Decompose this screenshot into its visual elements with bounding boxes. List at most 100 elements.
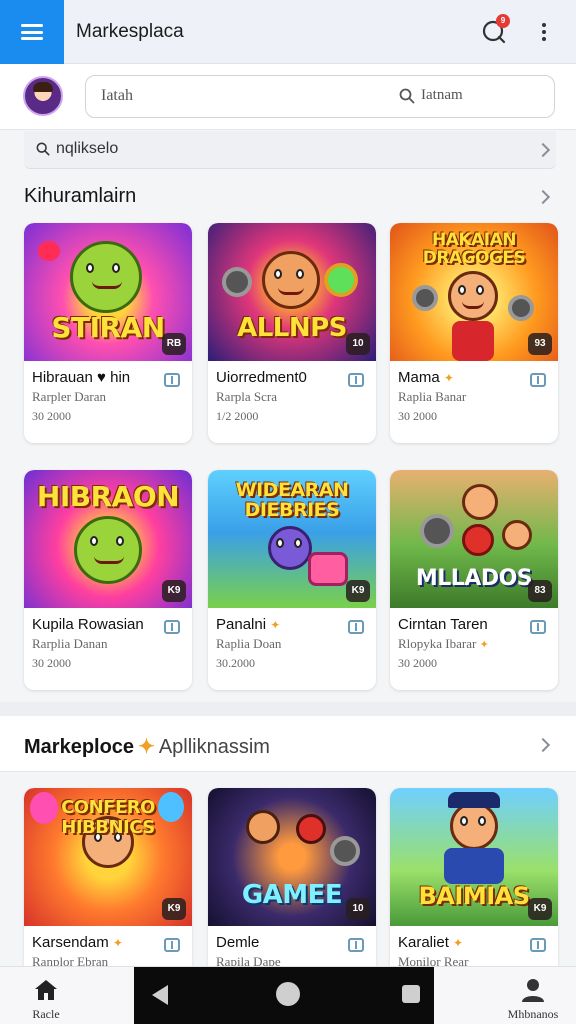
app-downloads: 30 2000 xyxy=(398,656,437,670)
bookmark-icon[interactable] xyxy=(348,938,364,952)
app-thumbnail: ALLNPS 10 xyxy=(208,223,376,361)
app-card[interactable]: ALLNPS 10 Uiorredment0 Rarpla Scra 1/2 2… xyxy=(208,223,376,443)
app-developer: Rarplia Danan xyxy=(32,636,108,651)
app-rating-badge: 83 xyxy=(528,580,552,602)
recent-apps-icon[interactable] xyxy=(402,985,420,1003)
bookmark-icon[interactable] xyxy=(530,373,546,387)
app-rating-badge: K9 xyxy=(528,898,552,920)
app-rating-badge: 10 xyxy=(346,898,370,920)
app-art-title: HAKAIAN DRAGOGES xyxy=(422,230,526,268)
nav-profile-label: Mhbnanos xyxy=(507,1007,559,1021)
app-title: Markesplaca xyxy=(76,21,184,42)
section-subtitle: Aplliknassim xyxy=(158,736,270,758)
bookmark-icon[interactable] xyxy=(164,938,180,952)
app-rating-badge: K9 xyxy=(162,580,186,602)
app-thumbnail: CONFERO HIBBNICS K9 xyxy=(24,788,192,926)
app-developer: Rarpler Daran xyxy=(32,389,106,404)
search-icon xyxy=(36,142,50,156)
app-name: Demle xyxy=(216,934,260,951)
app-name: Kupila Rowasian xyxy=(32,616,144,633)
chevron-right-icon[interactable] xyxy=(535,189,551,205)
search-action-label: Iatnam xyxy=(421,87,463,103)
app-thumbnail: STIRAN RB xyxy=(24,223,192,361)
app-developer: Raplia Banar xyxy=(398,389,467,404)
page: Markesplaca 9 Iatnam xyxy=(0,0,576,1024)
app-name: Hibrauan ♥ hin xyxy=(32,369,131,386)
app-thumbnail: GAMEE 10 xyxy=(208,788,376,926)
app-downloads: 30 2000 xyxy=(398,409,437,423)
app-rating-badge: 10 xyxy=(346,333,370,355)
app-card[interactable]: HAKAIAN DRAGOGES 93 Mama ✦ Raplia Banar … xyxy=(390,223,558,443)
spark-icon: ✦ xyxy=(453,936,464,950)
spark-icon: ✦ xyxy=(138,736,155,758)
app-rating-badge: K9 xyxy=(162,898,186,920)
back-icon[interactable] xyxy=(152,985,168,1005)
section-title: Markeploce ✦ Aplliknassim xyxy=(24,736,270,758)
app-developer: Rlopyka Ibarar ✦ xyxy=(398,636,489,651)
menu-button[interactable] xyxy=(0,0,64,64)
app-downloads: 1/2 2000 xyxy=(216,409,259,423)
section-divider xyxy=(0,702,576,716)
app-art-title: WIDEARAN DIEBRIES xyxy=(235,479,349,521)
person-icon xyxy=(522,979,544,1002)
section-title: Kihuramlairn xyxy=(24,185,137,207)
app-rating-badge: RB xyxy=(162,333,186,355)
app-thumbnail: WIDEARAN DIEBRIES K9 xyxy=(208,470,376,608)
app-rating-badge: 93 xyxy=(528,333,552,355)
bookmark-icon[interactable] xyxy=(530,620,546,634)
nav-home[interactable]: Racle xyxy=(0,967,92,1024)
nav-profile[interactable]: Mhbnanos xyxy=(490,967,576,1024)
app-card[interactable]: MLLADOS 83 Cirntan Taren Rlopyka Ibarar … xyxy=(390,470,558,690)
app-thumbnail: HAKAIAN DRAGOGES 93 xyxy=(390,223,558,361)
app-thumbnail: MLLADOS 83 xyxy=(390,470,558,608)
more-options-icon[interactable] xyxy=(532,20,556,44)
app-downloads: 30.2000 xyxy=(216,656,255,670)
search-icon xyxy=(399,88,415,103)
notification-button[interactable]: 9 xyxy=(480,14,510,46)
bookmark-icon[interactable] xyxy=(348,373,364,387)
app-bar: Markesplaca 9 xyxy=(0,0,576,64)
chevron-right-icon xyxy=(535,142,551,158)
section-header: Markeploce ✦ Aplliknassim xyxy=(0,716,576,772)
search-row: Iatnam xyxy=(0,64,576,130)
app-card[interactable]: HIBRAON K9 Kupila Rowasian Rarplia Danan… xyxy=(24,470,192,690)
bottom-nav: Racle Mhbnanos xyxy=(0,966,576,1024)
notification-badge: 9 xyxy=(496,14,510,28)
avatar[interactable] xyxy=(23,76,63,116)
app-downloads: 30 2000 xyxy=(32,656,71,670)
app-name: Panalni ✦ xyxy=(216,616,281,633)
app-name: Cirntan Taren xyxy=(398,616,488,633)
filter-bar[interactable]: nqlikselo xyxy=(24,131,556,169)
app-art-title: CONFERO HIBBNICS xyxy=(61,797,155,838)
system-nav-bar xyxy=(134,967,434,1024)
spark-icon: ✦ xyxy=(112,936,123,950)
app-name: Uiorredment0 xyxy=(216,369,307,386)
app-name: Mama ✦ xyxy=(398,369,454,386)
app-thumbnail: BAIMIAS K9 xyxy=(390,788,558,926)
bookmark-icon[interactable] xyxy=(164,620,180,634)
filter-bar-label: nqlikselo xyxy=(56,140,119,157)
search-box[interactable]: Iatnam xyxy=(85,75,555,118)
spark-icon: ✦ xyxy=(479,639,489,651)
app-thumbnail: HIBRAON K9 xyxy=(24,470,192,608)
bookmark-icon[interactable] xyxy=(530,938,546,952)
app-name: Karsendam ✦ xyxy=(32,934,123,951)
hamburger-icon xyxy=(21,24,43,40)
home-icon xyxy=(35,980,57,1000)
search-input[interactable] xyxy=(101,87,381,105)
app-rating-badge: K9 xyxy=(346,580,370,602)
app-card[interactable]: WIDEARAN DIEBRIES K9 Panalni ✦ Raplia Do… xyxy=(208,470,376,690)
app-developer: Rarpla Scra xyxy=(216,389,278,404)
app-card[interactable]: STIRAN RB Hibrauan ♥ hin Rarpler Daran 3… xyxy=(24,223,192,443)
search-action[interactable]: Iatnam xyxy=(399,87,463,104)
bookmark-icon[interactable] xyxy=(164,373,180,387)
app-developer: Raplia Doan xyxy=(216,636,282,651)
chevron-right-icon[interactable] xyxy=(535,737,551,753)
bookmark-icon[interactable] xyxy=(348,620,364,634)
system-home-icon[interactable] xyxy=(276,982,300,1006)
app-name: Karaliet ✦ xyxy=(398,934,464,951)
spark-icon: ✦ xyxy=(270,618,281,632)
nav-home-label: Racle xyxy=(32,1007,60,1021)
app-art-title: HIBRAON xyxy=(36,480,180,513)
app-downloads: 30 2000 xyxy=(32,409,71,423)
